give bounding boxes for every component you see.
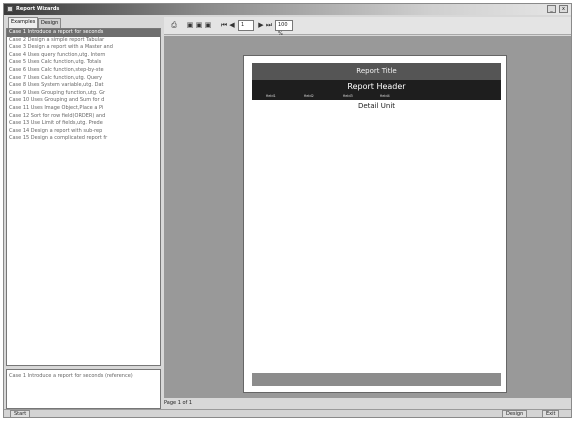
tab-design[interactable]: Design [38,18,62,28]
preview-toolbar: ⎙ ▣ ▣ ▣ ⏮ ◀ 1 ▶ ⏭ 100 % [164,17,571,37]
report-footer-band [252,373,501,386]
zoom-field[interactable]: 100 % [275,20,293,37]
report-title: Report Title [252,63,501,80]
app-window: Report Wizards _ x Examples Design Case … [3,3,572,418]
two-page-icon[interactable]: ▣ [195,21,203,30]
status-bar: Start Design Exit [4,409,571,418]
report-header: Report Header [347,82,406,91]
list-item[interactable]: Case 13 Use Limit of fields,utg. Prede [7,120,160,128]
case-list[interactable]: Case 1 Introduce a report for seconds Ca… [6,28,161,366]
next-page-icon[interactable]: ▶ [257,21,265,30]
list-item[interactable]: Case 14 Design a report with sub-rep [7,128,160,136]
tab-examples[interactable]: Examples [8,17,39,28]
list-item[interactable]: Case 6 Uses Calc function,step-by-ste [7,67,160,75]
list-item[interactable]: Case 9 Uses Grouping function,utg. Gr [7,90,160,98]
report-preview-area[interactable]: Report Title Report Header field1 field2… [164,36,571,398]
list-item[interactable]: Case 3 Design a report with a Master and [7,44,160,52]
column-label: field4 [380,94,390,98]
list-item[interactable]: Case 15 Design a complicated report fr [7,135,160,143]
report-header-band: Report Header field1 field2 field3 field… [252,80,501,100]
first-page-icon[interactable]: ⏮ [220,21,228,30]
window-title: Report Wizards [16,6,60,12]
column-label: field2 [304,94,314,98]
list-item[interactable]: Case 1 Introduce a report for seconds [7,29,160,37]
list-item[interactable]: Case 12 Sort for row field(ORDER) and [7,113,160,121]
list-item[interactable]: Case 7 Uses Calc function,utg. Query [7,75,160,83]
start-button[interactable]: Start [10,410,31,418]
last-page-icon[interactable]: ⏭ [265,21,273,30]
tab-strip: Examples Design [6,17,161,28]
column-label: field3 [343,94,353,98]
prev-page-icon[interactable]: ◀ [228,21,236,30]
app-icon [7,6,13,12]
left-pane: Examples Design Case 1 Introduce a repor… [6,17,161,409]
title-bar: Report Wizards _ x [4,4,571,15]
list-item[interactable]: Case 10 Uses Grouping and Sum for d [7,97,160,105]
printer-icon[interactable]: ⎙ [170,21,178,30]
list-item[interactable]: Case 4 Uses query function,utg. Intern [7,52,160,60]
minimize-button[interactable]: _ [547,5,556,13]
single-page-icon[interactable]: ▣ [186,21,194,30]
report-page: Report Title Report Header field1 field2… [243,55,507,393]
close-button[interactable]: x [559,5,568,13]
page-number-field[interactable]: 1 [238,20,254,31]
case-description: Case 1 Introduce a report for seconds (r… [6,369,161,409]
multi-page-icon[interactable]: ▣ [204,21,212,30]
design-button[interactable]: Design [502,410,528,418]
list-item[interactable]: Case 2 Design a simple report Tabular [7,37,160,45]
list-item[interactable]: Case 8 Uses System variable,utg. Dat [7,82,160,90]
list-item[interactable]: Case 11 Uses Image Object,Place a Pi [7,105,160,113]
exit-button[interactable]: Exit [542,410,560,418]
list-item[interactable]: Case 5 Uses Calc function,utg. Totals [7,59,160,67]
column-label: field1 [266,94,276,98]
page-indicator: Page 1 of 1 [164,400,193,406]
detail-unit: Detail Unit [357,102,396,110]
